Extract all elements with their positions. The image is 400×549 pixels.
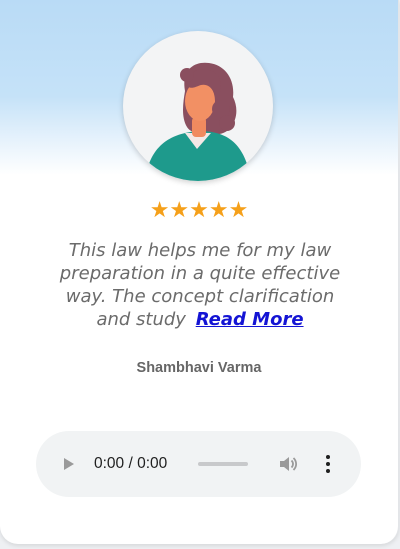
audio-player[interactable]: 0:00 / 0:00 xyxy=(36,431,361,497)
star-rating: ★★★★★ xyxy=(149,198,249,223)
testimonial-quote: This law helps me for my law preparation… xyxy=(48,239,352,331)
author-name: Shambhavi Varma xyxy=(136,360,262,376)
more-vertical-icon[interactable] xyxy=(320,453,336,475)
play-icon[interactable] xyxy=(60,454,78,474)
testimonial-card: ★★★★★ This law helps me for my law prepa… xyxy=(0,0,399,544)
read-more-link[interactable]: Read More xyxy=(196,309,304,330)
volume-icon[interactable] xyxy=(277,453,299,475)
audio-progress-track[interactable] xyxy=(198,462,248,466)
audio-time: 0:00 / 0:00 xyxy=(94,455,168,472)
woman-avatar-icon xyxy=(123,31,273,181)
